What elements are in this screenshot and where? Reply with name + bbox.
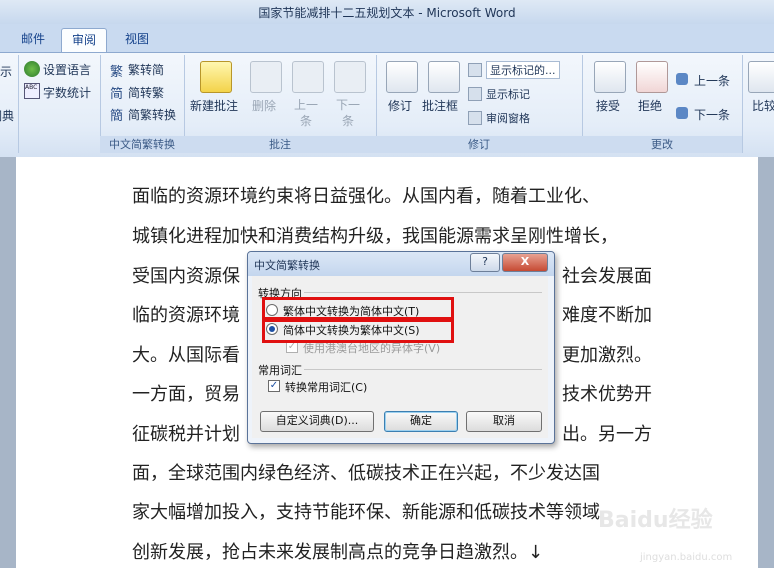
ribbon-group-changes: 接受 拒绝 上一条 下一条 更改 (582, 55, 743, 153)
track-changes-icon (386, 61, 418, 93)
new-comment-icon (200, 61, 232, 93)
convert-common-words-label[interactable]: 转换常用词汇(C) (285, 379, 367, 395)
next-change-icon (676, 107, 688, 119)
ok-button[interactable]: 确定 (384, 411, 458, 432)
tab-view[interactable]: 视图 (112, 28, 162, 51)
common-vocab-label: 常用词汇 (258, 364, 302, 377)
highlight-simp-to-trad (262, 319, 454, 343)
doc-line-4: 临的资源环境 (132, 305, 240, 326)
title-bar: 国家节能减排十二五规划文本 - Microsoft Word (0, 0, 774, 25)
previous-comment-button[interactable]: 上一条 (294, 97, 318, 129)
chinese-convert-dialog: 中文简繁转换 ? X 转换方向 繁体中文转换为简体中文(T) 简体中文转换为繁体… (247, 251, 555, 444)
ribbon-group-language: 设置语言 ABC 字数统计 (18, 55, 101, 153)
doc-line-6: 一方面，贸易 (132, 384, 240, 405)
doc-line-8: 面，全球范围内绿色经济、低碳技术正在兴起，不少发达国 (132, 463, 600, 484)
trad-to-simp-icon: 繁 (110, 65, 124, 80)
group-label-chinese-convert: 中文简繁转换 (100, 136, 184, 153)
close-button[interactable]: X (502, 253, 548, 272)
balloons-icon (428, 61, 460, 93)
doc-line-5: 大。从国际看 (132, 345, 240, 366)
dialog-title: 中文简繁转换 (254, 259, 320, 272)
compare-button[interactable]: 比较 (752, 97, 774, 114)
doc-line-3: 受国内资源保 (132, 266, 240, 287)
ribbon-group-chinese-convert: 繁 繁转简 简 简转繁 簡 简繁转换 中文简繁转换 (100, 55, 185, 153)
track-changes-button[interactable]: 修订 (388, 97, 412, 114)
help-button[interactable]: ? (470, 253, 500, 272)
watermark-logo: Baidu经验 (598, 508, 713, 533)
reviewing-pane-icon (468, 111, 482, 125)
show-markup-icon (468, 87, 482, 101)
previous-comment-icon (292, 61, 324, 93)
doc-fragment-5: 出。另一方 (562, 424, 652, 445)
doc-fragment-4: 技术优势开 (562, 384, 652, 405)
vocab-separator (304, 369, 542, 370)
group-label-changes: 更改 (582, 136, 742, 153)
tab-review[interactable]: 审阅 (61, 28, 107, 52)
doc-line-1: 面临的资源环境约束将日益强化。从国内看，随着工业化、 (132, 186, 600, 207)
delete-comment-icon (250, 61, 282, 93)
ribbon-partial-a[interactable]: 示 (0, 63, 12, 80)
reviewing-pane-button[interactable]: 审阅窗格 (486, 110, 530, 126)
simp-trad-convert-icon: 簡 (110, 109, 124, 124)
convert-common-words-checkbox[interactable]: ✓ (268, 380, 280, 392)
show-markup-button[interactable]: 显示标记 (486, 86, 530, 102)
simp-trad-convert-button[interactable]: 简繁转换 (128, 106, 176, 123)
globe-icon (24, 61, 40, 77)
trad-to-simp-button[interactable]: 繁转简 (128, 61, 164, 78)
reject-button[interactable]: 拒绝 (638, 97, 662, 114)
ribbon-group-tracking: 修订 批注框 显示标记的... 显示标记 审阅窗格 修订 (376, 55, 583, 153)
window-title: 国家节能减排十二五规划文本 - Microsoft Word (258, 6, 516, 20)
previous-change-icon (676, 73, 688, 85)
dialog-title-bar[interactable]: 中文简繁转换 ? X (248, 252, 554, 276)
highlight-trad-to-simp (262, 297, 454, 320)
ribbon-group-compare: 比较 (742, 55, 774, 153)
doc-fragment-3: 更加激烈。 (562, 345, 652, 366)
previous-change-button[interactable]: 上一条 (694, 72, 730, 89)
watermark-url: jingyan.baidu.com (640, 552, 733, 563)
tab-mailings[interactable]: 邮件 (8, 28, 58, 51)
next-comment-button[interactable]: 下一条 (336, 97, 360, 129)
balloons-button[interactable]: 批注框 (422, 97, 458, 114)
ribbon: 示 词典 设置语言 ABC 字数统计 繁 繁转简 简 简转繁 簡 简繁转换 中文… (0, 52, 774, 158)
doc-fragment-2: 难度不断加 (562, 305, 652, 326)
set-language-button[interactable]: 设置语言 (43, 61, 91, 78)
new-comment-button[interactable]: 新建批注 (190, 97, 238, 114)
group-label-tracking: 修订 (376, 136, 582, 153)
doc-line-10: 创新发展，抢占未来发展制高点的竞争日趋激烈。↓ (132, 542, 544, 563)
word-count-button[interactable]: 字数统计 (43, 84, 91, 101)
reject-icon (636, 61, 668, 93)
delete-comment-button[interactable]: 删除 (252, 97, 276, 114)
simp-to-trad-icon: 简 (110, 87, 124, 102)
doc-fragment-1: 社会发展面 (562, 266, 652, 287)
ribbon-group-comments: 新建批注 删除 上一条 下一条 批注 (184, 55, 377, 153)
compare-icon (748, 61, 774, 93)
ribbon-group-partial: 示 词典 (0, 55, 19, 153)
custom-dictionary-button[interactable]: 自定义词典(D)... (260, 411, 374, 432)
next-change-button[interactable]: 下一条 (694, 106, 730, 123)
cancel-button[interactable]: 取消 (466, 411, 542, 432)
group-label-comments: 批注 (184, 136, 376, 153)
ribbon-partial-b[interactable]: 词典 (0, 107, 14, 124)
ribbon-tabs: 邮件 审阅 视图 (0, 24, 774, 52)
doc-line-2: 城镇化进程加快和消费结构升级，我国能源需求呈刚性增长， (132, 226, 618, 247)
accept-button[interactable]: 接受 (596, 97, 620, 114)
doc-line-9: 家大幅增加投入，支持节能环保、新能源和低碳技术等领域 (132, 502, 600, 523)
direction-separator (304, 292, 542, 293)
simp-to-trad-button[interactable]: 简转繁 (128, 84, 164, 101)
display-for-review-dropdown[interactable]: 显示标记的... (486, 61, 560, 79)
display-review-icon (468, 63, 482, 77)
doc-line-7: 征碳税并计划 (132, 424, 240, 445)
word-count-icon: ABC (24, 83, 40, 99)
accept-icon (594, 61, 626, 93)
next-comment-icon (334, 61, 366, 93)
